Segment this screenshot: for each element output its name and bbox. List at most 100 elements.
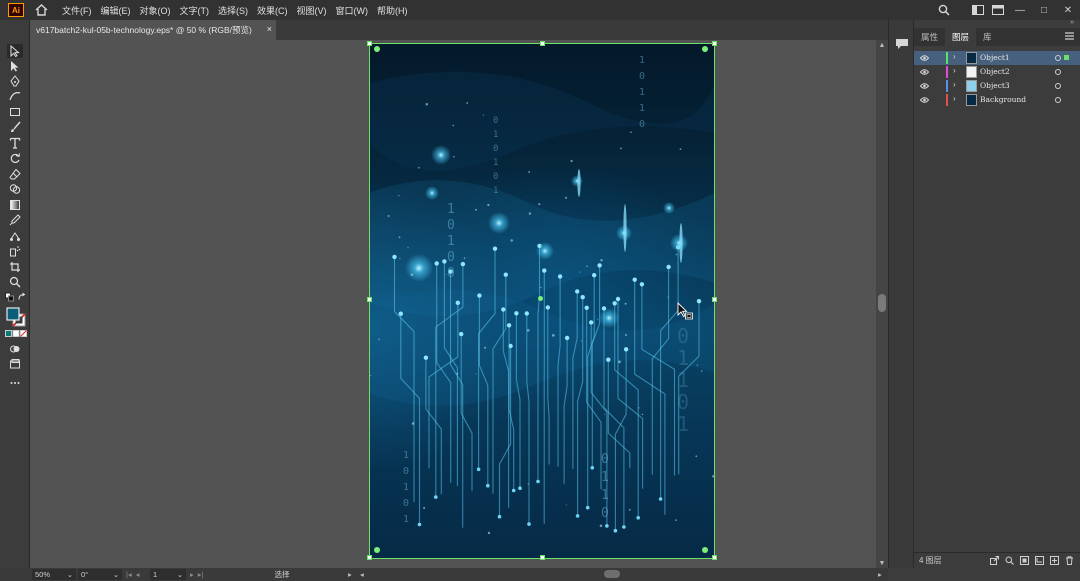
artboard-technology-artwork[interactable]: 101000101011011001101010101101 [369,43,715,559]
visibility-eye-icon[interactable] [920,54,929,62]
rotation-select[interactable]: 0° ⌄ [78,569,122,580]
resize-handle-bottom-right[interactable] [712,555,717,560]
expand-chevron-icon[interactable]: › [953,80,956,89]
star-dot [526,329,530,332]
draw-mode-icon[interactable] [7,342,23,356]
delete-layer-icon[interactable] [1065,556,1074,565]
resize-handle-bottom[interactable] [540,555,545,560]
corner-widget-bottom-right[interactable] [702,547,708,553]
pen-tool-icon[interactable] [7,74,23,88]
scroll-down-arrow-icon[interactable]: ▼ [876,558,888,568]
scroll-right-arrow-icon[interactable]: ▸ [878,569,882,580]
eyedropper-tool-icon[interactable] [7,213,23,227]
next-artboard-icon[interactable]: ▸ [190,570,194,579]
layer-target-icon[interactable] [1055,97,1061,103]
vertical-scrollbar[interactable]: ▲ ▼ [876,40,888,568]
panel-menu-icon[interactable] [1065,32,1074,43]
menu-item[interactable]: 选择(S) [218,4,248,17]
horizontal-scroll-thumb[interactable] [604,570,620,578]
status-menu-arrow-icon[interactable]: ▸ [348,569,352,580]
resize-handle-top-right[interactable] [712,41,717,46]
blend-tool-icon[interactable] [7,229,23,243]
menu-item[interactable]: 编辑(E) [101,4,131,17]
panel-tab[interactable]: 图层 [945,28,977,46]
arrange-documents-icon[interactable] [988,0,1008,20]
resize-handle-left[interactable] [367,297,372,302]
more-tools-icon[interactable] [7,376,23,390]
layer-target-icon[interactable] [1055,83,1061,89]
search-icon[interactable] [934,0,954,20]
layer-row[interactable]: › Object2 [914,65,1080,79]
close-window-button[interactable]: ✕ [1056,0,1080,20]
locate-object-icon[interactable] [1005,556,1014,565]
corner-widget-bottom-left[interactable] [374,547,380,553]
artboard-tool-icon[interactable] [7,260,23,274]
scroll-up-arrow-icon[interactable]: ▲ [876,40,888,50]
artboard-navigator[interactable]: 1 ⌄ [150,569,186,580]
expand-chevron-icon[interactable]: › [953,94,956,103]
default-colors-icon[interactable] [5,292,15,301]
workspace-switcher-icon[interactable] [968,0,988,20]
layer-name: Object2 [980,67,1010,76]
new-layer-icon[interactable] [1050,556,1059,565]
selection-tool-icon[interactable] [7,44,23,58]
menu-item[interactable]: 效果(C) [257,4,288,17]
fill-stroke-swatches[interactable] [5,306,27,328]
vertical-scroll-thumb[interactable] [878,294,886,312]
corner-widget-top-left[interactable] [374,46,380,52]
shape-builder-tool-icon[interactable] [7,182,23,196]
layer-row[interactable]: › Object3 [914,79,1080,93]
visibility-eye-icon[interactable] [920,82,929,90]
panel-collapse-icon[interactable]: » [1070,19,1074,26]
paintbrush-tool-icon[interactable] [7,120,23,134]
screen-mode-icon[interactable] [7,357,23,371]
rectangle-tool-icon[interactable] [7,105,23,119]
corner-widget-top-right[interactable] [702,46,708,52]
panel-tab[interactable]: 库 [976,28,999,46]
color-mode-buttons[interactable] [5,329,27,337]
resize-handle-right[interactable] [712,297,717,302]
home-icon[interactable] [34,3,48,17]
canvas[interactable]: 101000101011011001101010101101 [30,40,876,568]
expand-chevron-icon[interactable]: › [953,52,956,61]
eraser-tool-icon[interactable] [7,167,23,181]
resize-handle-top[interactable] [540,41,545,46]
new-sublayer-icon[interactable] [1035,556,1044,565]
document-tab[interactable]: v617batch2-kul-05b-technology.eps* @ 50 … [30,20,276,40]
layer-target-icon[interactable] [1055,69,1061,75]
visibility-eye-icon[interactable] [920,68,929,76]
resize-handle-bottom-left[interactable] [367,555,372,560]
symbol-sprayer-tool-icon[interactable] [7,244,23,258]
clipping-mask-icon[interactable] [1020,556,1029,565]
menu-item[interactable]: 文件(F) [62,4,92,17]
maximize-button[interactable]: □ [1032,0,1056,20]
menu-item[interactable]: 视图(V) [297,4,327,17]
panel-tab[interactable]: 属性 [914,28,945,46]
zoom-select[interactable]: 50% ⌄ [32,569,76,580]
gradient-tool-icon[interactable] [7,198,23,212]
expand-chevron-icon[interactable]: › [953,66,956,75]
comments-icon[interactable] [895,38,909,50]
menu-item[interactable]: 对象(O) [140,4,171,17]
close-tab-icon[interactable]: × [267,24,272,34]
type-tool-icon[interactable] [7,136,23,150]
visibility-eye-icon[interactable] [920,96,929,104]
resize-handle-top-left[interactable] [367,41,372,46]
swap-colors-icon[interactable] [17,292,27,301]
direct-selection-tool-icon[interactable] [7,59,23,73]
menu-item[interactable]: 窗口(W) [336,4,369,17]
curvature-tool-icon[interactable] [7,89,23,103]
rotate-tool-icon[interactable] [7,151,23,165]
minimize-button[interactable]: — [1008,0,1032,20]
previous-artboard-icon[interactable]: ◂ [136,570,140,579]
menu-item[interactable]: 帮助(H) [377,4,408,17]
first-artboard-icon[interactable]: |◂ [126,570,132,579]
layer-row[interactable]: › Background [914,93,1080,107]
layer-target-icon[interactable] [1055,55,1061,61]
scroll-left-arrow-icon[interactable]: ◂ [360,569,364,580]
layer-row[interactable]: › Object1 [914,51,1080,65]
menu-item[interactable]: 文字(T) [180,4,210,17]
last-artboard-icon[interactable]: ▸| [198,570,204,579]
export-icon[interactable] [990,556,999,565]
zoom-tool-icon[interactable] [7,275,23,289]
